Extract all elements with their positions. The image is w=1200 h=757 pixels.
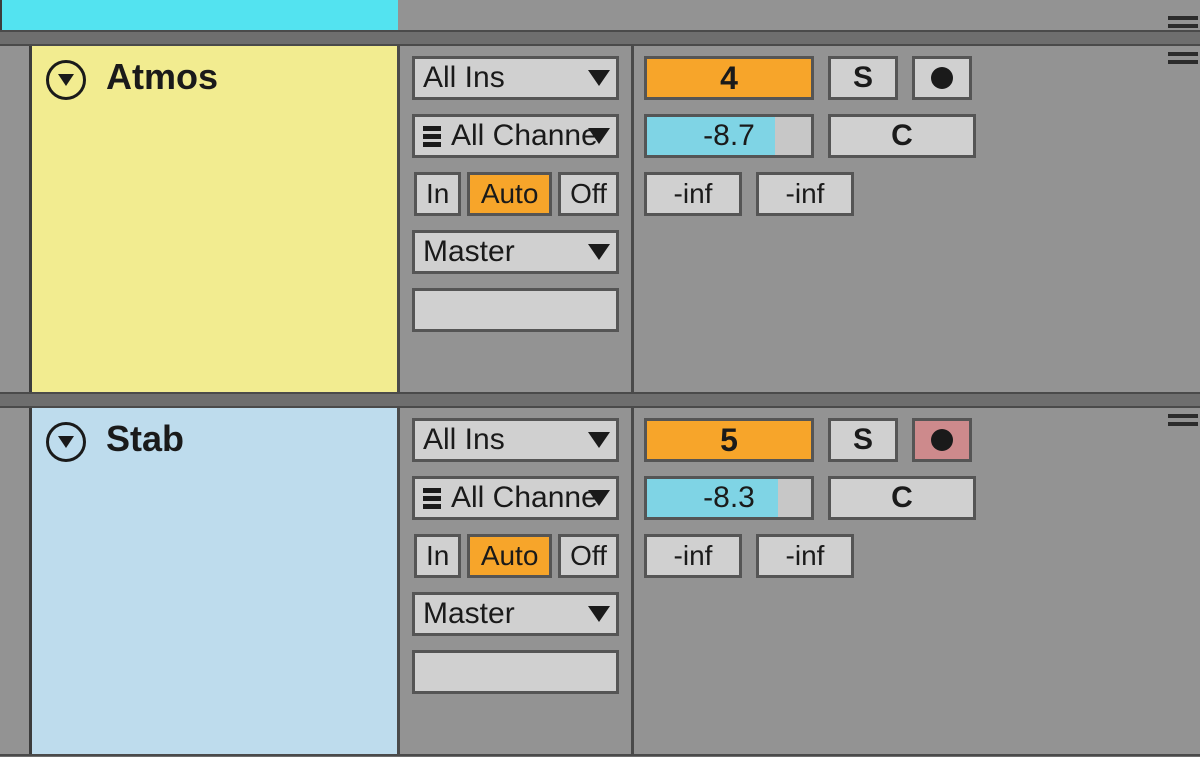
track-activator[interactable]: 5 — [644, 418, 814, 462]
row-gutter — [0, 408, 32, 754]
mixer-cell: 5 S -8.3 C -inf -inf — [634, 408, 1150, 754]
record-icon — [929, 65, 955, 91]
output-channel-dropdown[interactable] — [412, 650, 619, 694]
volume-field[interactable]: -8.3 — [644, 476, 814, 520]
send-b-field[interactable]: -inf — [756, 172, 854, 216]
solo-button[interactable]: S — [828, 56, 898, 100]
arm-button[interactable] — [912, 418, 972, 462]
input-source-dropdown[interactable]: All Ins — [412, 418, 619, 462]
track-activator[interactable]: 4 — [644, 56, 814, 100]
send-a-field[interactable]: -inf — [644, 172, 742, 216]
record-icon — [929, 427, 955, 453]
dropdown-caret-icon — [588, 606, 610, 622]
dropdown-caret-icon — [588, 432, 610, 448]
monitor-switch: In Auto Off — [414, 172, 619, 216]
chevron-down-icon — [58, 436, 74, 448]
monitor-in-button[interactable]: In — [414, 172, 461, 216]
input-source-label: All Ins — [423, 61, 505, 95]
meter-rail — [1150, 46, 1200, 392]
monitor-auto-button[interactable]: Auto — [467, 172, 552, 216]
pan-field[interactable]: C — [828, 476, 976, 520]
output-label: Master — [423, 597, 515, 631]
solo-button[interactable]: S — [828, 418, 898, 462]
input-channel-label: All Channe — [451, 481, 598, 515]
track-name-cell[interactable]: Atmos — [32, 46, 400, 392]
dropdown-caret-icon — [588, 128, 610, 144]
previous-track-color[interactable] — [0, 0, 398, 30]
dropdown-caret-icon — [588, 244, 610, 260]
output-dropdown[interactable]: Master — [412, 230, 619, 274]
meter-ticks — [1150, 0, 1200, 30]
fold-button[interactable] — [46, 60, 86, 100]
output-channel-dropdown[interactable] — [412, 288, 619, 332]
meter-rail — [1150, 408, 1200, 754]
output-label: Master — [423, 235, 515, 269]
row-divider — [0, 30, 1200, 46]
fold-button[interactable] — [46, 422, 86, 462]
input-source-label: All Ins — [423, 423, 505, 457]
volume-value: -8.7 — [647, 117, 811, 155]
input-channel-dropdown[interactable]: All Channe — [412, 114, 619, 158]
input-source-dropdown[interactable]: All Ins — [412, 56, 619, 100]
dropdown-caret-icon — [588, 70, 610, 86]
send-a-field[interactable]: -inf — [644, 534, 742, 578]
mixer-cell: 4 S -8.7 C -inf -inf — [634, 46, 1150, 392]
track-row: Stab All Ins All Channe In Auto Off Mast… — [0, 408, 1200, 754]
track-name-label[interactable]: Atmos — [106, 56, 218, 98]
send-b-field[interactable]: -inf — [756, 534, 854, 578]
row-divider — [0, 392, 1200, 408]
midi-icon — [423, 126, 441, 147]
input-channel-dropdown[interactable]: All Channe — [412, 476, 619, 520]
monitor-switch: In Auto Off — [414, 534, 619, 578]
output-dropdown[interactable]: Master — [412, 592, 619, 636]
chevron-down-icon — [58, 74, 74, 86]
monitor-auto-button[interactable]: Auto — [467, 534, 552, 578]
midi-icon — [423, 488, 441, 509]
track-row: Atmos All Ins All Channe In Auto Off Mas… — [0, 46, 1200, 392]
dropdown-caret-icon — [588, 490, 610, 506]
monitor-off-button[interactable]: Off — [558, 534, 619, 578]
arm-button[interactable] — [912, 56, 972, 100]
volume-value: -8.3 — [647, 479, 811, 517]
row-gutter — [0, 46, 32, 392]
monitor-in-button[interactable]: In — [414, 534, 461, 578]
session-io-view: Atmos All Ins All Channe In Auto Off Mas… — [0, 0, 1200, 757]
monitor-off-button[interactable]: Off — [558, 172, 619, 216]
pan-field[interactable]: C — [828, 114, 976, 158]
io-cell: All Ins All Channe In Auto Off Master — [400, 46, 634, 392]
track-name-cell[interactable]: Stab — [32, 408, 400, 754]
volume-field[interactable]: -8.7 — [644, 114, 814, 158]
track-name-label[interactable]: Stab — [106, 418, 184, 460]
previous-track-sliver — [0, 0, 1200, 30]
io-cell: All Ins All Channe In Auto Off Master — [400, 408, 634, 754]
input-channel-label: All Channe — [451, 119, 598, 153]
